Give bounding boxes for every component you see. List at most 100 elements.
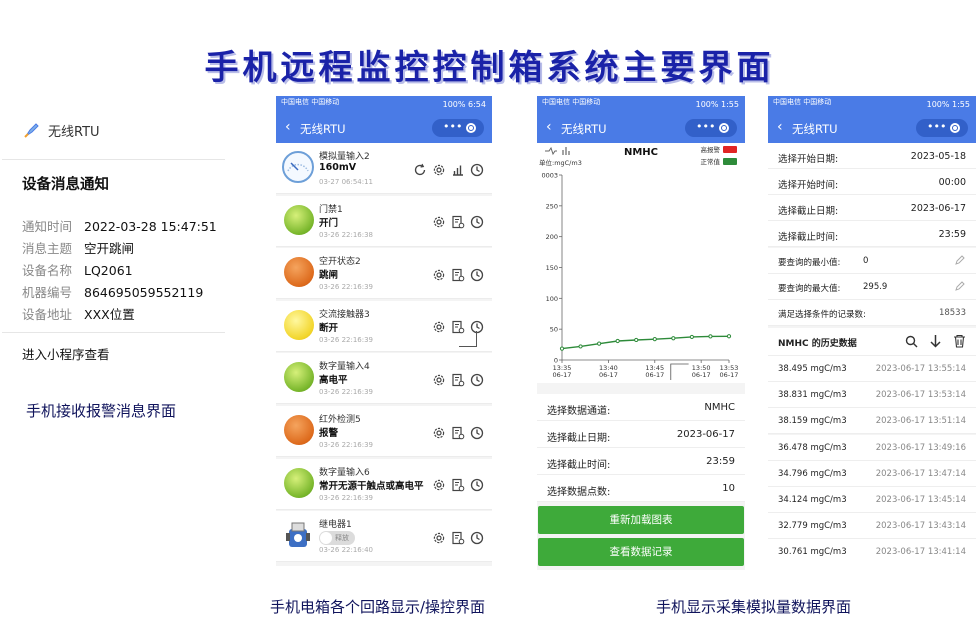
gear-icon[interactable] bbox=[432, 268, 446, 282]
y-axis-unit: 单位:mgC/m3 bbox=[539, 158, 582, 167]
gear-icon[interactable] bbox=[432, 478, 446, 492]
caption-notify: 手机接收报警消息界面 bbox=[26, 402, 177, 420]
y-tick-label: 200 bbox=[546, 233, 558, 241]
circuit-actions bbox=[427, 422, 484, 440]
delete-icon[interactable] bbox=[953, 334, 966, 348]
document-settings-icon[interactable] bbox=[451, 478, 465, 492]
open-miniprogram-link[interactable]: 进入小程序查看 bbox=[22, 344, 110, 363]
gear-icon[interactable] bbox=[432, 215, 446, 229]
x-tick-label-date: 06-17 bbox=[553, 371, 572, 379]
circuit-state: 常开无源干触点或高电平 bbox=[319, 480, 424, 492]
refresh-icon[interactable] bbox=[413, 163, 427, 177]
document-settings-icon[interactable] bbox=[451, 373, 465, 387]
x-tick-label-date: 06-17 bbox=[692, 371, 711, 379]
form-row-end-date[interactable]: 选择截止日期: 2023-06-17 bbox=[537, 421, 745, 448]
circuit-state: 跳闸 bbox=[319, 270, 339, 282]
data-point bbox=[634, 337, 639, 343]
chart-title: NMHC bbox=[624, 147, 658, 158]
x-tick-label-date: 06-17 bbox=[645, 371, 664, 379]
bar-chart-icon[interactable] bbox=[451, 163, 465, 177]
history-title: NMHC 的历史数据 bbox=[778, 339, 857, 349]
circuit-actions bbox=[427, 264, 484, 282]
clock-icon[interactable] bbox=[470, 426, 484, 440]
filter-start-date[interactable]: 选择开始日期: 2023-05-18 bbox=[768, 143, 976, 169]
clock-icon[interactable] bbox=[470, 531, 484, 545]
filter-end-date[interactable]: 选择截止日期: 2023-06-17 bbox=[768, 195, 976, 221]
data-point bbox=[578, 344, 583, 349]
more-icon: ••• bbox=[696, 120, 716, 133]
page-title: 手机远程监控控制箱系统主要界面 bbox=[204, 48, 775, 88]
edit-icon[interactable] bbox=[954, 254, 966, 266]
gear-icon[interactable] bbox=[432, 320, 446, 334]
menu-capsule[interactable]: ••• bbox=[685, 119, 737, 137]
circuit-time: 03-26 22:16:39 bbox=[319, 335, 374, 344]
form-row-channel[interactable]: 选择数据通道: NMHC bbox=[537, 394, 745, 421]
reload-chart-button[interactable]: 重新加载图表 bbox=[538, 506, 744, 534]
y-tick-label: 250 bbox=[546, 202, 558, 210]
notification-card: 设备消息通知 通知时间 2022-03-28 15:47:51 消息主题 空开跳闸 … bbox=[2, 160, 225, 378]
clock-icon[interactable] bbox=[470, 373, 484, 387]
clock-icon[interactable] bbox=[470, 478, 484, 492]
filter-end-time[interactable]: 选择截止时间: 23:59 bbox=[768, 221, 976, 247]
back-icon[interactable]: ‹ bbox=[285, 119, 291, 135]
caption-chart: 手机显示采集模拟量数据界面 bbox=[656, 598, 852, 616]
status-light-yellow bbox=[284, 309, 314, 340]
download-icon[interactable] bbox=[929, 334, 942, 348]
notify-field: 消息主题 空开跳闸 bbox=[22, 241, 135, 256]
nav-bar: ‹ 无线RTU ••• bbox=[276, 113, 492, 143]
series-line-normal bbox=[561, 335, 730, 350]
history-record: 38.495 mgC/m3 2023-06-17 13:55:14 bbox=[768, 356, 976, 382]
filter-max-value[interactable]: 要查询的最大值: 295.9 bbox=[768, 274, 976, 300]
form-row-points[interactable]: 选择数据点数: 10 bbox=[537, 475, 745, 502]
notify-field: 通知时间 2022-03-28 15:47:51 bbox=[22, 219, 217, 234]
gear-icon[interactable] bbox=[432, 373, 446, 387]
gear-icon[interactable] bbox=[432, 163, 446, 177]
data-point bbox=[559, 346, 565, 351]
nmhc-line-chart: NMHC 高报警正常值单位:mgC/m3050100150200250000313… bbox=[539, 145, 738, 380]
document-settings-icon[interactable] bbox=[451, 426, 465, 440]
data-point bbox=[597, 341, 602, 346]
circuit-state: 160mV bbox=[319, 162, 357, 173]
menu-capsule[interactable]: ••• bbox=[916, 119, 968, 137]
edit-icon[interactable] bbox=[954, 280, 966, 292]
notify-field: 设备地址 XXX位置 bbox=[22, 307, 135, 322]
circuit-time: 03-26 22:16:39 bbox=[319, 283, 374, 292]
back-icon[interactable]: ‹ bbox=[777, 119, 783, 135]
relay-icon bbox=[286, 522, 310, 548]
circuit-time: 03-26 22:16:38 bbox=[319, 230, 374, 239]
nav-title: 无线RTU bbox=[561, 122, 607, 136]
app-name: 无线RTU bbox=[48, 125, 100, 140]
history-record: 34.124 mgC/m3 2023-06-17 13:45:14 bbox=[768, 487, 976, 513]
filter-start-time[interactable]: 选择开始时间: 00:00 bbox=[768, 169, 976, 195]
legend-high-label: 高报警 bbox=[701, 145, 721, 154]
clock-icon[interactable] bbox=[470, 215, 484, 229]
clock-icon[interactable] bbox=[470, 163, 484, 177]
back-icon[interactable]: ‹ bbox=[546, 119, 552, 135]
document-settings-icon[interactable] bbox=[451, 215, 465, 229]
filter-min-value[interactable]: 要查询的最小值: 0 bbox=[768, 248, 976, 274]
circuit-actions bbox=[427, 527, 484, 545]
data-point bbox=[726, 334, 732, 339]
form-row-end-time[interactable]: 选择截止时间: 23:59 bbox=[537, 448, 745, 475]
nav-bar: ‹ 无线RTU ••• bbox=[768, 113, 976, 143]
gear-icon[interactable] bbox=[432, 531, 446, 545]
clock-icon[interactable] bbox=[470, 268, 484, 282]
gauge-icon bbox=[282, 151, 314, 183]
document-settings-icon[interactable] bbox=[451, 531, 465, 545]
relay-toggle[interactable]: 释放 bbox=[319, 531, 355, 546]
menu-capsule[interactable]: ••• bbox=[432, 119, 484, 137]
gear-icon[interactable] bbox=[432, 426, 446, 440]
circuit-time: 03-26 22:16:39 bbox=[319, 493, 374, 502]
status-light-orange bbox=[284, 257, 314, 288]
history-header: NMHC 的历史数据 bbox=[768, 328, 976, 356]
view-records-button[interactable]: 查看数据记录 bbox=[538, 538, 744, 566]
data-point bbox=[671, 336, 676, 341]
circuit-phone: 中国电信 中国移动 100% 6:54 ‹ 无线RTU ••• 模拟量输入2 160… bbox=[276, 96, 492, 566]
history-record: 34.796 mgC/m3 2023-06-17 13:47:14 bbox=[768, 460, 976, 487]
circuit-time: 03-26 22:16:40 bbox=[319, 546, 374, 555]
document-settings-icon[interactable] bbox=[451, 268, 465, 282]
search-icon[interactable] bbox=[905, 335, 918, 348]
bar-chart-icon bbox=[562, 147, 570, 155]
close-ring-icon bbox=[950, 123, 960, 133]
notify-field: 设备名称 LQ2061 bbox=[22, 263, 133, 278]
